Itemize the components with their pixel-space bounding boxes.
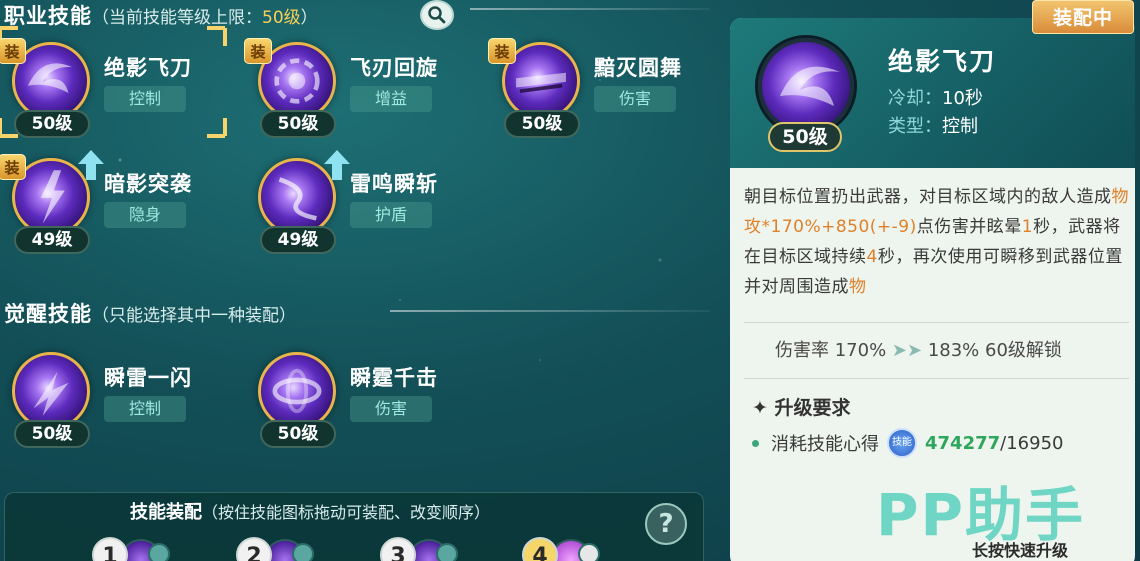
equipped-badge: 装 bbox=[244, 38, 272, 64]
equip-slot-3[interactable]: 3 bbox=[380, 537, 458, 561]
skill-level: 50级 bbox=[260, 110, 336, 138]
skill-name: 瞬雷一闪 bbox=[104, 366, 192, 390]
skill-name: 暗影突袭 bbox=[104, 172, 192, 196]
awaken-skill-shunting-qianji[interactable]: 50级 瞬霆千击 伤害 bbox=[246, 344, 476, 454]
skill-level: 49级 bbox=[14, 226, 90, 254]
skill-icon-storm bbox=[258, 352, 336, 430]
slot-number: 2 bbox=[236, 537, 272, 561]
sparkle-icon: ✦ bbox=[752, 397, 775, 419]
skill-card-leiming-shunzhan[interactable]: 49级 雷鸣瞬斩 护盾 bbox=[246, 150, 476, 260]
skill-tag: 伤害 bbox=[350, 396, 432, 422]
skill-name: 瞬霆千击 bbox=[350, 366, 438, 390]
help-button[interactable]: ? bbox=[645, 503, 687, 545]
detail-divider bbox=[744, 322, 1129, 323]
skill-level: 50级 bbox=[504, 110, 580, 138]
skill-icon-flash bbox=[12, 352, 90, 430]
equip-panel-title: 技能装配（按住技能图标拖动可装配、改变顺序） bbox=[130, 502, 491, 523]
skill-tag: 增益 bbox=[350, 86, 432, 112]
detail-skill-name: 绝影飞刀 bbox=[888, 47, 997, 76]
skill-level: 50级 bbox=[14, 110, 90, 138]
search-button[interactable] bbox=[420, 0, 454, 30]
header-divider bbox=[470, 8, 710, 10]
upgrade-requirement-title: ✦ 升级要求 bbox=[752, 397, 851, 419]
damage-rate: 伤害率 170% ➤➤ 183% 60级解锁 bbox=[775, 340, 1062, 361]
upgrade-arrow-icon bbox=[78, 150, 104, 180]
skill-point-icon: 技能 bbox=[887, 428, 917, 458]
swap-icon[interactable] bbox=[578, 543, 600, 561]
skill-level: 49级 bbox=[260, 226, 336, 254]
skill-name: 飞刃回旋 bbox=[350, 56, 438, 80]
class-skills-title: 职业技能 bbox=[4, 4, 92, 28]
slot-number: 3 bbox=[380, 537, 416, 561]
skill-description: 朝目标位置扔出武器，对目标区域内的敌人造成物攻*170%+850(+-9)点伤害… bbox=[744, 187, 1129, 297]
awaken-skill-shunlei-yishan[interactable]: 50级 瞬雷一闪 控制 bbox=[0, 344, 230, 454]
awaken-divider bbox=[390, 310, 710, 312]
skill-tag: 控制 bbox=[104, 396, 186, 422]
detail-cooldown: 冷却：10秒 bbox=[888, 88, 983, 109]
equip-slot-1[interactable]: 1 bbox=[92, 537, 170, 561]
equipped-badge: 装 bbox=[0, 154, 26, 180]
skill-name: 绝影飞刀 bbox=[104, 56, 192, 80]
detail-type: 类型：控制 bbox=[888, 116, 978, 137]
detail-divider bbox=[744, 378, 1129, 379]
skill-tag: 隐身 bbox=[104, 202, 186, 228]
swap-icon[interactable] bbox=[292, 543, 314, 561]
detail-skill-icon bbox=[758, 38, 854, 134]
class-skills-header: 职业技能（当前技能等级上限：50级） bbox=[4, 4, 318, 28]
skill-card-juying-feidao[interactable]: 装 50级 绝影飞刀 控制 bbox=[0, 26, 230, 144]
awaken-skills-subtitle: （只能选择其中一种装配） bbox=[92, 306, 296, 326]
skill-card-anmie-yuanwu[interactable]: 装 50级 黯灭圆舞 伤害 bbox=[488, 34, 720, 144]
awaken-skills-title: 觉醒技能 bbox=[4, 302, 92, 326]
equip-slot-4[interactable]: 4 bbox=[522, 537, 600, 561]
skill-tag: 伤害 bbox=[594, 86, 676, 112]
level-cap-label: （当前技能等级上限： bbox=[92, 8, 262, 28]
swap-icon[interactable] bbox=[148, 543, 170, 561]
skill-card-anying-tuxi[interactable]: 装 49级 暗影突袭 隐身 bbox=[0, 150, 230, 260]
skill-level: 50级 bbox=[260, 420, 336, 448]
detail-skill-level: 50级 bbox=[768, 122, 842, 152]
skill-tag: 控制 bbox=[104, 86, 186, 112]
swap-icon[interactable] bbox=[436, 543, 458, 561]
slot-number: 1 bbox=[92, 537, 128, 561]
slot-number: 4 bbox=[522, 537, 558, 561]
arrow-right-icon: ➤➤ bbox=[891, 340, 928, 361]
upgrade-cost-row: 消耗技能心得 技能 474277/16950 bbox=[752, 428, 1063, 458]
equipped-badge: 装 bbox=[488, 38, 516, 64]
skill-name: 雷鸣瞬斩 bbox=[350, 172, 438, 196]
equipped-status-badge: 装配中 bbox=[1032, 0, 1134, 34]
awaken-skills-header: 觉醒技能（只能选择其中一种装配） bbox=[4, 298, 296, 328]
skill-card-feiren-huixuan[interactable]: 装 50级 飞刃回旋 增益 bbox=[244, 34, 476, 144]
upgrade-arrow-icon bbox=[324, 150, 350, 180]
equipped-badge: 装 bbox=[0, 38, 26, 64]
level-cap-value: 50级 bbox=[262, 8, 301, 28]
skill-level: 50级 bbox=[14, 420, 90, 448]
quick-upgrade-button[interactable]: 长按快速升级 bbox=[972, 537, 1068, 561]
skill-tag: 护盾 bbox=[350, 202, 432, 228]
equip-panel-hint: （按住技能图标拖动可装配、改变顺序） bbox=[202, 503, 491, 522]
search-icon bbox=[428, 6, 446, 24]
bullet-icon bbox=[752, 439, 759, 447]
skill-name: 黯灭圆舞 bbox=[594, 56, 682, 80]
equip-slot-2[interactable]: 2 bbox=[236, 537, 314, 561]
